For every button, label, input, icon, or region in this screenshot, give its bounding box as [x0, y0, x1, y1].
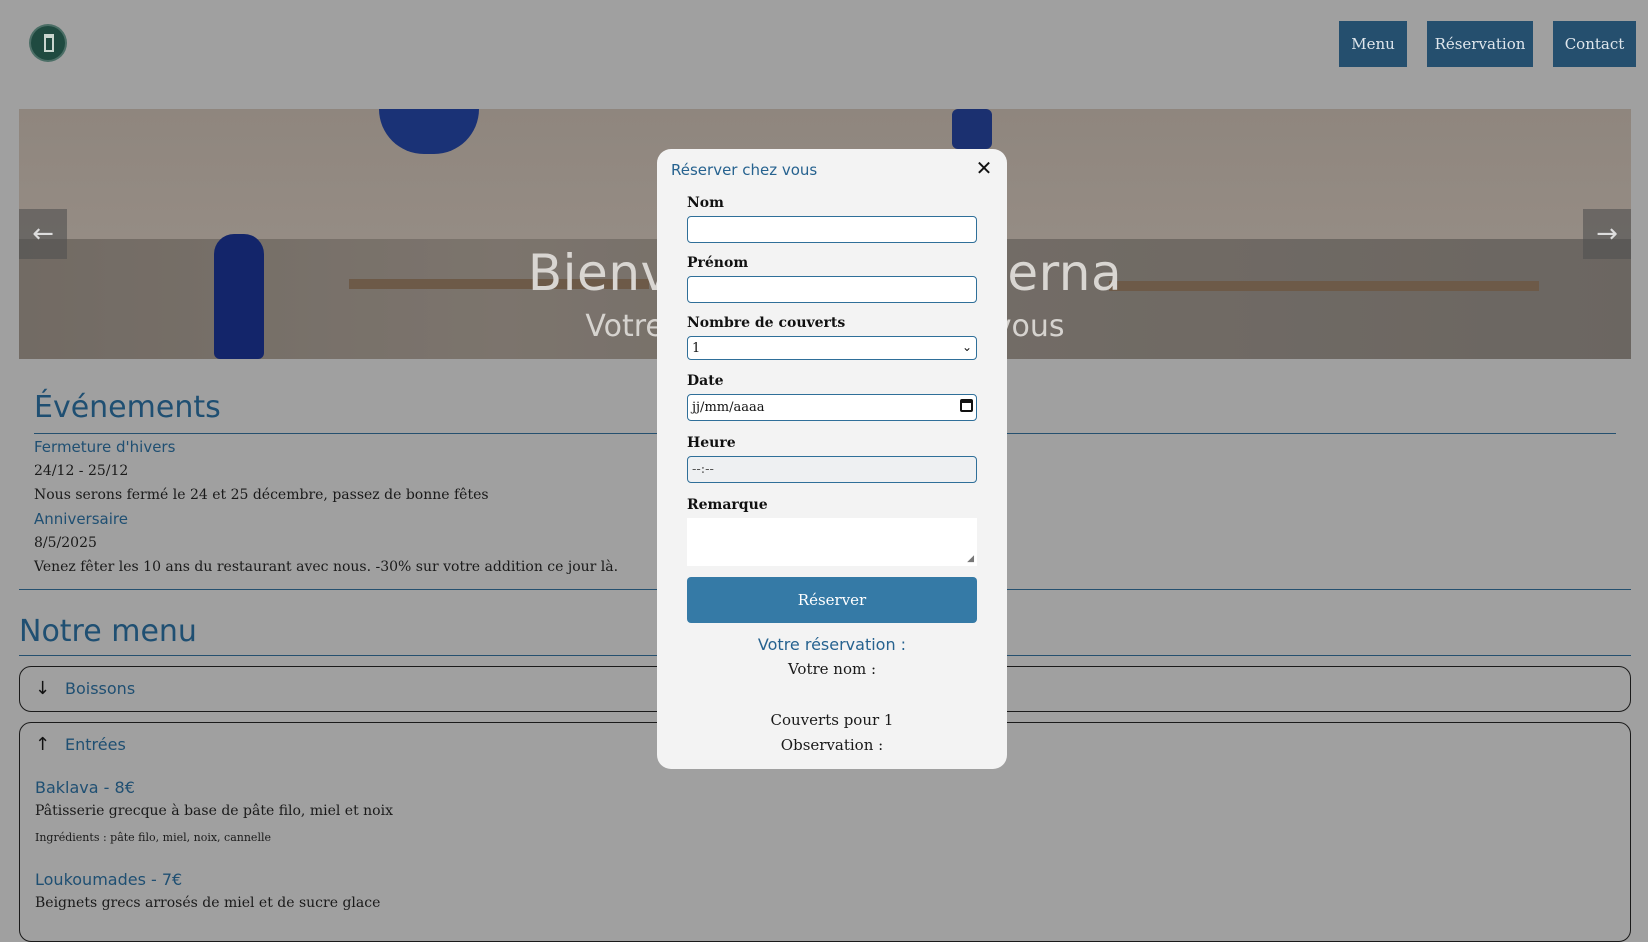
- summary-title: Votre réservation :: [757, 635, 907, 654]
- menu-title: Notre menu: [19, 614, 197, 649]
- date-placeholder: jj/mm/aaaa: [692, 400, 765, 415]
- carousel-next-button[interactable]: →: [1583, 209, 1631, 259]
- accordion-label: Entrées: [65, 735, 126, 754]
- resize-handle-icon[interactable]: ◢: [967, 554, 974, 564]
- couverts-label: Nombre de couverts: [687, 315, 846, 331]
- event-name: Fermeture d'hivers: [34, 438, 176, 456]
- event-description: Nous serons fermé le 24 et 25 décembre, …: [34, 487, 489, 503]
- arrow-down-icon: ↓: [35, 678, 51, 699]
- carousel-prev-button[interactable]: ←: [19, 209, 67, 259]
- restaurant-logo[interactable]: [29, 24, 67, 62]
- events-title: Événements: [34, 390, 221, 425]
- heure-label: Heure: [687, 435, 736, 451]
- prenom-input[interactable]: [687, 276, 977, 303]
- dish-description: Beignets grecs arrosés de miel et de suc…: [35, 895, 381, 911]
- arrow-right-icon: →: [1596, 219, 1618, 249]
- couverts-value: 1: [692, 340, 701, 356]
- close-icon[interactable]: ✕: [973, 157, 995, 179]
- couverts-select[interactable]: 1 ⌄: [687, 336, 977, 360]
- dish-name: Baklava - 8€: [35, 778, 135, 797]
- accordion-label: Boissons: [65, 679, 136, 698]
- nom-input[interactable]: [687, 216, 977, 243]
- event-date: 24/12 - 25/12: [34, 463, 129, 479]
- calendar-icon[interactable]: [960, 399, 973, 412]
- dish-description: Pâtisserie grecque à base de pâte filo, …: [35, 803, 393, 819]
- date-input[interactable]: jj/mm/aaaa: [687, 394, 977, 421]
- reserver-button[interactable]: Réserver: [687, 577, 977, 623]
- event-date: 8/5/2025: [34, 535, 97, 551]
- reservation-modal: Réserver chez vous ✕ Nom Prénom Nombre d…: [657, 149, 1007, 769]
- summary-covers: Couverts pour 1: [770, 711, 894, 729]
- top-bar: Menu Réservation Contact: [0, 0, 1648, 90]
- nav-contact-button[interactable]: Contact: [1553, 21, 1636, 67]
- heure-input[interactable]: --:--: [687, 456, 977, 483]
- date-label: Date: [687, 373, 724, 389]
- nom-label: Nom: [687, 195, 724, 211]
- modal-title: Réserver chez vous: [671, 161, 818, 179]
- chevron-down-icon: ⌄: [961, 340, 972, 354]
- arrow-up-icon: ↑: [35, 734, 51, 755]
- nav-reservation-button[interactable]: Réservation: [1427, 21, 1533, 67]
- remarque-label: Remarque: [687, 497, 768, 513]
- arrow-left-icon: ←: [32, 219, 54, 249]
- dish-ingredients: Ingrédients : pâte filo, miel, noix, can…: [35, 831, 271, 844]
- dish-name: Loukoumades - 7€: [35, 870, 183, 889]
- summary-observation: Observation :: [780, 736, 884, 754]
- remarque-textarea[interactable]: ◢: [687, 518, 977, 566]
- event-name: Anniversaire: [34, 510, 128, 528]
- nav-menu-button[interactable]: Menu: [1339, 21, 1407, 67]
- summary-name: Votre nom :: [787, 660, 877, 678]
- decor-lamp: [952, 109, 992, 149]
- heure-placeholder: --:--: [692, 462, 714, 477]
- event-description: Venez fêter les 10 ans du restaurant ave…: [34, 559, 619, 575]
- prenom-label: Prénom: [687, 255, 749, 271]
